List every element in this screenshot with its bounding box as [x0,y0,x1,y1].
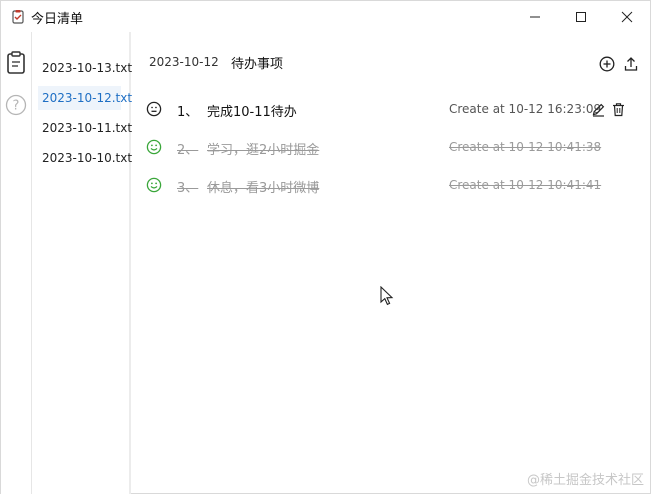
side-rail: ? [1,32,32,494]
file-item[interactable]: 2023-10-10.txt [38,146,132,170]
minimize-icon [530,16,540,17]
maximize-icon [576,11,586,22]
todo-panel: 2023-10-12 待办事项 1、 完成10-11待办 Create at 1… [133,32,650,494]
todo-number: 3、 [177,181,199,196]
mouse-cursor-icon [380,286,394,306]
done-smile-icon[interactable] [146,139,162,155]
trash-icon [612,102,624,116]
todo-text: 休息，看3小时微博 [207,181,320,196]
section-title: 待办事项 [231,57,284,72]
file-item-active[interactable]: 2023-10-12.txt [38,86,132,110]
rail-help-button[interactable]: ? [5,93,27,117]
rail-clipboard-button[interactable] [5,51,27,75]
upload-icon [624,57,638,71]
todo-row: 1、 完成10-11待办 Create at 10-12 16:23:09 [133,95,650,123]
file-item[interactable]: 2023-10-13.txt [38,56,132,80]
window-title: 今日清单 [31,12,84,27]
todo-number: 2、 [177,143,199,158]
todo-text: 完成10-11待办 [207,105,297,120]
file-list: 2023-10-13.txt 2023-10-12.txt 2023-10-11… [32,32,132,494]
add-todo-button[interactable] [599,56,615,72]
edit-pen-icon [592,103,604,117]
todo-row-done: 3、 休息，看3小时微博 Create at 10-12 10:41:41 [133,171,650,199]
minimize-button[interactable] [512,1,558,32]
app-logo-icon [12,10,24,24]
close-icon [621,11,633,22]
export-button[interactable] [623,56,639,72]
pending-face-icon[interactable] [146,101,162,117]
todo-number: 1、 [177,105,199,120]
edit-todo-button[interactable] [590,101,606,117]
todo-created-time: Create at 10-12 10:41:38 [449,140,602,154]
svg-text:?: ? [13,99,20,114]
app-window: 今日清单 ? 2023-10-13.txt 2023-10-12.txt 202… [0,0,651,494]
file-item[interactable]: 2023-10-11.txt [38,116,132,140]
maximize-button[interactable] [558,1,604,32]
help-icon: ? [5,94,27,116]
watermark: @稀土掘金技术社区 [526,473,644,488]
todo-text: 学习，逛2小时掘金 [207,143,320,158]
title-bar: 今日清单 [1,1,650,32]
delete-todo-button[interactable] [610,101,626,117]
todo-created-time: Create at 10-12 16:23:09 [449,102,602,116]
add-circle-icon [599,56,615,72]
todo-row-done: 2、 学习，逛2小时掘金 Create at 10-12 10:41:38 [133,133,650,161]
close-button[interactable] [604,1,650,32]
todo-created-time: Create at 10-12 10:41:41 [449,178,602,192]
done-smile-icon[interactable] [146,177,162,193]
clipboard-icon [7,51,25,74]
current-date: 2023-10-12 [149,55,219,69]
